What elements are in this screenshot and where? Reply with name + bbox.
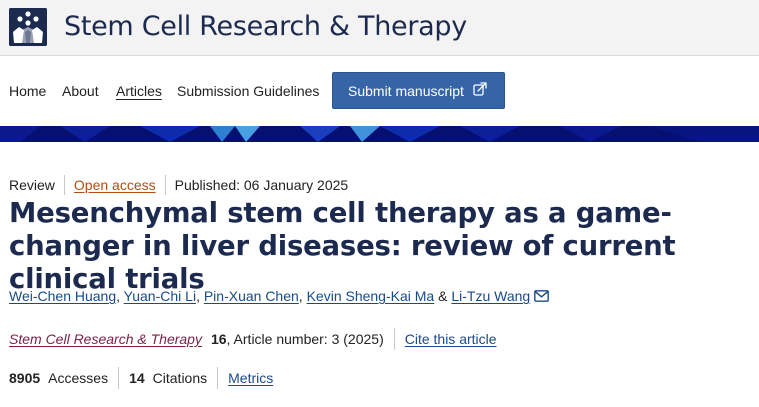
accesses-label: Accesses bbox=[48, 370, 109, 386]
article-metrics: 8905 Accesses 14 Citations Metrics bbox=[9, 367, 273, 389]
nav-item-home[interactable]: Home bbox=[9, 82, 46, 100]
article-title: Mesenchymal stem cell therapy as a game-… bbox=[9, 197, 676, 295]
open-access-link[interactable]: Open access bbox=[74, 176, 156, 194]
citation-line: Stem Cell Research & Therapy 16 , Articl… bbox=[9, 328, 497, 350]
author-separator: & bbox=[434, 288, 452, 304]
divider bbox=[63, 175, 65, 195]
accesses-count: 8905 bbox=[9, 370, 41, 386]
author-link[interactable]: Kevin Sheng-Kai Ma bbox=[307, 288, 435, 304]
journal-title[interactable]: Stem Cell Research & Therapy bbox=[64, 10, 467, 44]
article-number: , Article number: 3 (2025) bbox=[226, 331, 384, 347]
article-meta: Review Open access Published: 06 January… bbox=[9, 175, 348, 195]
nav-item-articles[interactable]: Articles bbox=[116, 82, 162, 100]
main-navigation: Home About Articles Submission Guideline… bbox=[0, 56, 759, 126]
author-separator: , bbox=[298, 288, 307, 304]
divider bbox=[217, 367, 219, 389]
nav-item-submission-guidelines[interactable]: Submission Guidelines bbox=[177, 82, 319, 100]
citations-count: 14 bbox=[129, 370, 145, 386]
divider bbox=[393, 328, 395, 350]
author-separator: , bbox=[196, 288, 204, 304]
cite-this-article-link[interactable]: Cite this article bbox=[405, 330, 497, 348]
journal-link[interactable]: Stem Cell Research & Therapy bbox=[9, 330, 202, 348]
citations-label: Citations bbox=[152, 370, 208, 386]
mail-icon[interactable] bbox=[534, 288, 550, 306]
author-link[interactable]: Yuan-Chi Li bbox=[124, 288, 196, 304]
external-link-icon bbox=[472, 81, 488, 100]
author-link[interactable]: Pin-Xuan Chen bbox=[204, 288, 299, 304]
divider bbox=[118, 367, 120, 389]
nav-item-about[interactable]: About bbox=[62, 82, 99, 100]
article-type: Review bbox=[9, 177, 55, 193]
divider bbox=[164, 175, 166, 195]
site-header: Stem Cell Research & Therapy bbox=[0, 0, 759, 56]
author-link[interactable]: Li-Tzu Wang bbox=[451, 288, 530, 304]
author-separator: , bbox=[116, 288, 124, 304]
author-link[interactable]: Wei-Chen Huang bbox=[9, 288, 116, 304]
metrics-link[interactable]: Metrics bbox=[228, 369, 273, 387]
author-list: Wei-Chen Huang, Yuan-Chi Li, Pin-Xuan Ch… bbox=[9, 287, 550, 306]
journal-logo[interactable] bbox=[9, 8, 47, 46]
submit-manuscript-button[interactable]: Submit manuscript bbox=[332, 72, 505, 109]
submit-manuscript-label: Submit manuscript bbox=[348, 82, 464, 99]
volume-number: 16 bbox=[210, 331, 227, 347]
published-date: Published: 06 January 2025 bbox=[174, 177, 349, 193]
people-logo-icon bbox=[9, 8, 47, 46]
decorative-banner bbox=[0, 126, 759, 142]
